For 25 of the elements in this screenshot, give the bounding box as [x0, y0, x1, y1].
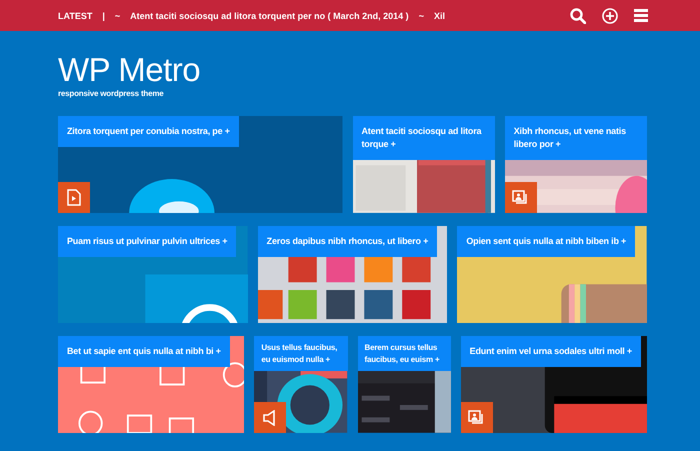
speaker-icon — [263, 410, 278, 426]
post-title-link[interactable]: Berem cursus tellus faucibus, eu euism + — [358, 336, 451, 372]
dash: ~ — [418, 10, 424, 20]
post-title-link[interactable]: Zitora torquent per conubia nostra, pe + — [58, 116, 239, 148]
photos-icon — [468, 410, 486, 426]
video-file-icon — [67, 189, 81, 206]
post-title-link[interactable]: Xibh rhoncus, ut vene natis libero por + — [504, 116, 647, 160]
dash: ~ — [114, 10, 120, 20]
headline-link[interactable]: Atent taciti sociosqu ad litora torquent per no ( March 2nd, 2014 ) — [130, 10, 409, 20]
search-icon[interactable] — [570, 8, 586, 24]
photos-icon — [512, 190, 530, 206]
post-title-link[interactable]: Bet ut sapie ent quis nulla at nibh bi + — [58, 336, 230, 368]
site-title[interactable]: WP Metro — [58, 51, 200, 89]
post-title-link[interactable]: Atent taciti sociosqu ad litora torque + — [352, 116, 495, 160]
post-title-link[interactable]: Usus tellus faucibus, eu euismod nulla + — [254, 336, 348, 372]
add-circle-icon[interactable] — [602, 8, 618, 24]
separator: | — [102, 10, 105, 20]
post-title-link[interactable]: Puam risus ut pulvinar pulvin ultrices + — [58, 226, 236, 258]
next-headline-link[interactable]: Xil — [434, 10, 445, 20]
post-title-link[interactable]: Edunt enim vel urna sodales ultri moll + — [460, 336, 641, 368]
site-tagline: responsive wordpress theme — [58, 89, 164, 98]
post-title-link[interactable]: Zeros dapibus nibh rhoncus, ut libero + — [258, 226, 438, 258]
latest-label: LATEST — [58, 10, 92, 20]
menu-icon[interactable] — [634, 9, 648, 22]
post-title-link[interactable]: Opien sent quis nulla at nibh biben ib + — [457, 226, 636, 258]
